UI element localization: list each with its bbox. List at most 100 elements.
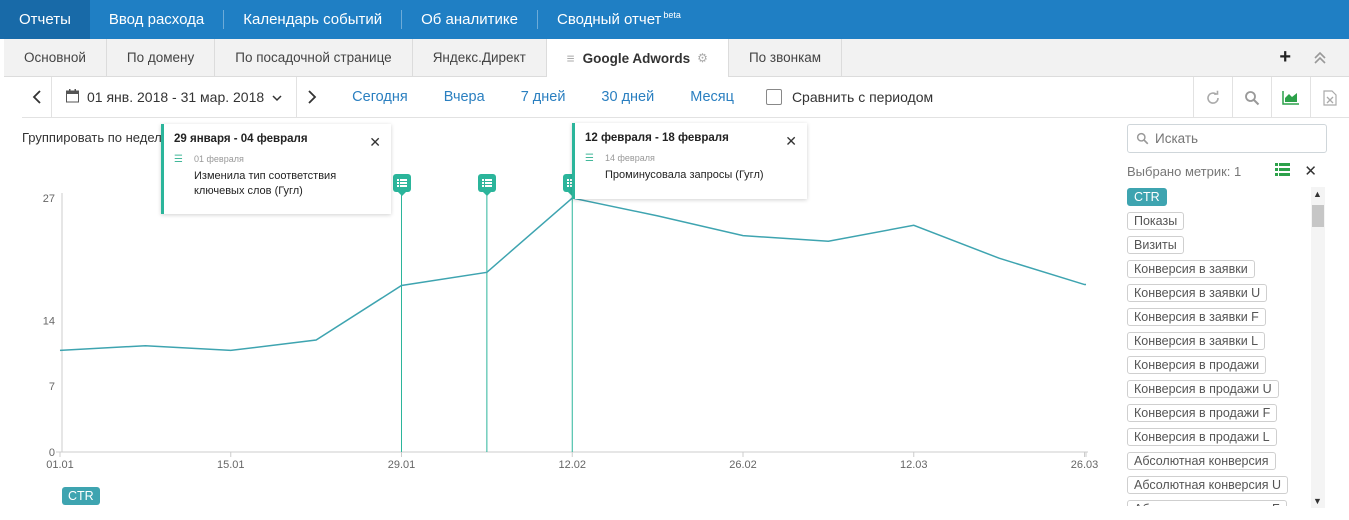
refresh-button[interactable] bbox=[1193, 77, 1232, 118]
event-marker[interactable] bbox=[477, 174, 496, 196]
area-chart-icon bbox=[1282, 91, 1299, 105]
compare-period-checkbox[interactable] bbox=[765, 89, 782, 105]
date-range-picker[interactable]: 01 янв. 2018 - 31 мар. 2018 bbox=[52, 77, 296, 118]
tab-main-label: Основной bbox=[24, 50, 86, 65]
x-tick-label: 29.01 bbox=[388, 459, 416, 471]
nav-reports-label: Отчеты bbox=[19, 11, 71, 28]
nav-about-analytics[interactable]: Об аналитике bbox=[402, 0, 537, 39]
ctr-series-line bbox=[59, 197, 1086, 352]
list-icon: ☰ bbox=[585, 153, 594, 164]
tab-main[interactable]: Основной bbox=[4, 39, 107, 76]
metric-chip[interactable]: Конверсия в продажи bbox=[1127, 356, 1267, 374]
nav-about-analytics-label: Об аналитике bbox=[421, 11, 518, 28]
tab-by-calls-label: По звонкам bbox=[748, 50, 822, 65]
chevron-down-icon bbox=[272, 89, 282, 105]
y-tick-label: 14 bbox=[43, 315, 55, 327]
close-icon[interactable]: ✕ bbox=[785, 133, 797, 150]
metrics-search-input[interactable] bbox=[1155, 131, 1315, 146]
drag-handle-icon[interactable]: ≡ bbox=[567, 51, 575, 66]
tab-yandex-direct-label: Яндекс.Директ bbox=[432, 50, 526, 65]
period-month-link[interactable]: Месяц bbox=[678, 89, 746, 105]
date-range-text: 01 янв. 2018 - 31 мар. 2018 bbox=[87, 89, 265, 105]
period-today-link[interactable]: Сегодня bbox=[340, 89, 420, 105]
search-icon bbox=[1136, 132, 1149, 145]
list-icon: ☰ bbox=[174, 154, 183, 165]
metric-chip[interactable]: Абсолютная конверсия F bbox=[1127, 500, 1287, 506]
list-icon bbox=[481, 179, 492, 187]
nav-expense-input[interactable]: Ввод расхода bbox=[90, 0, 223, 39]
metric-chip[interactable]: Абсолютная конверсия U bbox=[1127, 476, 1289, 494]
scroll-up-icon[interactable]: ▲ bbox=[1313, 189, 1322, 199]
export-excel-button[interactable] bbox=[1310, 77, 1349, 118]
metric-chip[interactable]: Конверсия в заявки U bbox=[1127, 284, 1268, 302]
nav-summary-report-label: Сводный отчет bbox=[556, 11, 662, 28]
chart-view-button[interactable] bbox=[1271, 77, 1310, 118]
event-tooltip: 29 января - 04 февраля ✕ ☰ 01 февраля Из… bbox=[161, 124, 391, 214]
y-tick-label: 7 bbox=[49, 381, 55, 393]
metric-chip[interactable]: Конверсия в заявки bbox=[1127, 260, 1255, 278]
metrics-search-field[interactable] bbox=[1127, 124, 1327, 153]
tab-by-landing-page-label: По посадочной странице bbox=[235, 50, 392, 65]
metric-chip[interactable]: Конверсия в заявки F bbox=[1127, 308, 1266, 326]
nav-reports[interactable]: Отчеты bbox=[0, 0, 90, 39]
legend-chip-ctr[interactable]: CTR bbox=[62, 487, 100, 505]
selected-metrics-row: Выбрано метрик: 1 ✕ bbox=[1127, 162, 1327, 180]
search-icon bbox=[1245, 90, 1260, 105]
add-tab-button[interactable]: + bbox=[1279, 46, 1291, 69]
tab-google-adwords[interactable]: ≡ Google Adwords ⚙ bbox=[546, 39, 729, 77]
clear-selection-icon[interactable]: ✕ bbox=[1304, 162, 1317, 180]
period-7-days-link[interactable]: 7 дней bbox=[509, 89, 578, 105]
toolbar-tools bbox=[1193, 77, 1349, 118]
metrics-list: CTR Показы Визиты Конверсия в заявки Конверс… bbox=[1127, 188, 1313, 506]
collapse-up-icon[interactable] bbox=[1313, 51, 1327, 65]
x-tick-label: 12.02 bbox=[558, 459, 586, 471]
metric-chip[interactable]: Конверсия в продажи F bbox=[1127, 404, 1278, 422]
refresh-icon bbox=[1207, 90, 1219, 104]
chevron-right-icon bbox=[308, 90, 316, 104]
metric-chip[interactable]: Конверсия в продажи U bbox=[1127, 380, 1279, 398]
compare-period-label: Сравнить с периодом bbox=[791, 89, 934, 105]
event-marker[interactable] bbox=[392, 174, 411, 196]
x-tick-label: 01.01 bbox=[46, 459, 74, 471]
scroll-down-icon[interactable]: ▼ bbox=[1313, 496, 1322, 506]
metric-chip[interactable]: Конверсия в продажи L bbox=[1127, 428, 1277, 446]
metric-chip[interactable]: CTR bbox=[1127, 188, 1167, 206]
next-period-button[interactable] bbox=[296, 76, 326, 118]
metrics-scrollbar[interactable]: ▲ ▼ bbox=[1311, 187, 1325, 508]
y-tick-label: 0 bbox=[49, 447, 55, 459]
metric-chip[interactable]: Показы bbox=[1127, 212, 1185, 230]
period-yesterday-link[interactable]: Вчера bbox=[432, 89, 497, 105]
calendar-icon bbox=[66, 88, 79, 106]
event-description: Изменила тип соответствия ключевых слов … bbox=[194, 170, 337, 197]
list-icon bbox=[396, 179, 407, 187]
search-button[interactable] bbox=[1232, 77, 1271, 118]
beta-badge: beta bbox=[663, 9, 681, 20]
selected-metrics-count: Выбрано метрик: 1 bbox=[1127, 163, 1242, 179]
metric-chip[interactable]: Конверсия в заявки L bbox=[1127, 332, 1266, 350]
tab-by-calls[interactable]: По звонкам bbox=[729, 39, 843, 76]
event-tooltip-title: 29 января - 04 февраля bbox=[174, 133, 308, 145]
tab-by-domain-label: По домену bbox=[126, 50, 195, 65]
event-date: 14 февраля bbox=[605, 153, 655, 163]
event-tooltip-title: 12 февраля - 18 февраля bbox=[585, 132, 729, 144]
event-description: Проминусовала запросы (Гугл) bbox=[605, 169, 764, 181]
period-30-days-link[interactable]: 30 дней bbox=[589, 89, 666, 105]
scrollbar-thumb[interactable] bbox=[1312, 205, 1324, 227]
compare-period-toggle[interactable]: Сравнить с периодом bbox=[765, 89, 934, 105]
top-navigation: Отчеты Ввод расхода Календарь событий Об… bbox=[0, 0, 1349, 39]
close-icon[interactable]: ✕ bbox=[369, 134, 381, 151]
nav-summary-report[interactable]: Сводный отчет beta bbox=[538, 0, 700, 39]
report-tabs: Основной По домену По посадочной страниц… bbox=[4, 39, 1349, 77]
nav-events-calendar[interactable]: Календарь событий bbox=[224, 0, 401, 39]
metric-chip[interactable]: Абсолютная конверсия bbox=[1127, 452, 1276, 470]
nav-events-calendar-label: Календарь событий bbox=[243, 11, 383, 28]
gear-icon[interactable]: ⚙ bbox=[697, 51, 708, 65]
prev-period-button[interactable] bbox=[22, 76, 52, 118]
tab-google-adwords-label: Google Adwords bbox=[582, 50, 691, 66]
tab-by-domain[interactable]: По домену bbox=[107, 39, 216, 76]
list-view-icon[interactable] bbox=[1275, 163, 1291, 179]
metric-chip[interactable]: Визиты bbox=[1127, 236, 1184, 254]
tab-by-landing-page[interactable]: По посадочной странице bbox=[215, 39, 413, 76]
tab-yandex-direct[interactable]: Яндекс.Директ bbox=[413, 39, 547, 76]
metrics-panel: Выбрано метрик: 1 ✕ CTR Показы Визиты Конве… bbox=[1127, 124, 1327, 506]
